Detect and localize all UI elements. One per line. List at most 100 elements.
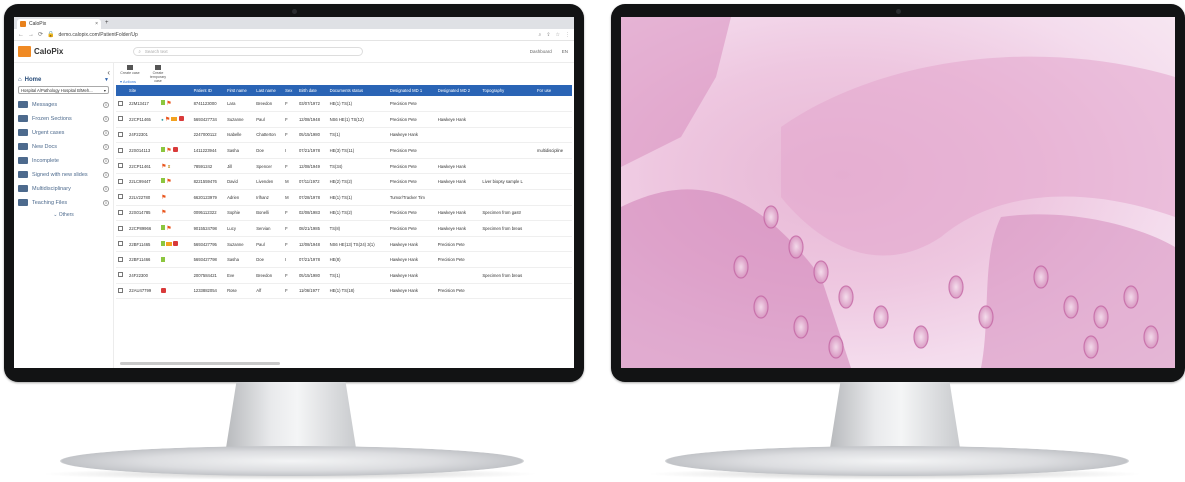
folder-icon[interactable]	[171, 116, 178, 121]
row-checkbox[interactable]	[118, 116, 123, 122]
table-row[interactable]: 22M13417 ⚑ 8741123000 Lara Breedon F 03/07/19…	[116, 96, 572, 113]
flag-icon[interactable]: ⚑	[161, 210, 166, 216]
flag-icon[interactable]: ⚑	[161, 195, 166, 201]
table-row[interactable]: 22S014113 ⚑ 1411223944 Sasha Doe I 07/21/197…	[116, 142, 572, 159]
row-checkbox[interactable]	[118, 256, 123, 262]
cell-docs: HE(8)	[327, 251, 388, 269]
filter-icon[interactable]: ▼	[104, 77, 109, 83]
column-header[interactable]: Sex	[283, 85, 297, 96]
table-row[interactable]: 22CP11461 ⚑ ⧗ 78591242 Jill Spencer F 12/08/19…	[116, 158, 572, 175]
table-row[interactable]: 22CP89966 ⚑ 9015524798 Lucy Servian F 08/21/1…	[116, 220, 572, 237]
row-checkbox-cell	[116, 173, 128, 191]
column-header[interactable]: Designated MD 2	[436, 85, 481, 96]
sidebar-home[interactable]: ⌂ Home ▼	[18, 77, 109, 83]
row-checkbox[interactable]	[118, 194, 123, 200]
table-row[interactable]: 24F22300 2007584421 Eve Breedon F 05/15/1980 T…	[116, 267, 572, 284]
row-checkbox[interactable]	[118, 147, 123, 153]
row-checkbox[interactable]	[118, 272, 123, 278]
calopix-logo[interactable]: CaloPix	[18, 46, 63, 57]
table-row[interactable]: 22CP11465 ● ⚑ 5693427734 Suzanne Paul F 12/08…	[116, 111, 572, 128]
cell-docs: NS6 HE(13) TS(24) 3(1)	[327, 236, 388, 253]
sidebar-item[interactable]: Teaching Files 0	[18, 199, 109, 206]
close-tab-icon[interactable]: ×	[95, 21, 98, 27]
others-toggle[interactable]: ⌄ Others	[18, 212, 109, 218]
status-icons-cell	[159, 127, 192, 144]
document-icon[interactable]	[161, 225, 166, 231]
column-header[interactable]: Birth date	[297, 85, 328, 96]
language-select[interactable]: EN	[562, 49, 568, 54]
url-text[interactable]: demo.calopix.com/PatientFolder/Up	[59, 32, 138, 38]
cell-first: Sophie	[225, 205, 255, 222]
row-checkbox[interactable]	[118, 100, 123, 106]
star-icon[interactable]: ☆	[556, 32, 560, 38]
horizontal-scrollbar[interactable]	[120, 362, 280, 365]
document-icon[interactable]	[161, 241, 166, 247]
create-case-button[interactable]: Create case	[120, 65, 140, 75]
flag-icon[interactable]: ⚑	[166, 179, 171, 185]
row-checkbox[interactable]	[118, 209, 123, 215]
table-row[interactable]: 22LV22780 ⚑ 6620123979 Adrien Irlhanz M 07/28/…	[116, 189, 572, 206]
document-icon[interactable]	[161, 147, 166, 153]
row-checkbox[interactable]	[118, 178, 123, 184]
sidebar-item[interactable]: Frozen Sections 0	[18, 115, 109, 122]
alert-icon[interactable]	[161, 287, 167, 293]
folder-icon[interactable]	[166, 242, 173, 247]
row-checkbox[interactable]	[118, 287, 123, 293]
column-header[interactable]: First name	[225, 85, 254, 96]
table-row[interactable]: 22S014785 ⚑ 0095112322 Sophie Bonelli F 02/08/…	[116, 205, 572, 222]
document-icon[interactable]	[161, 256, 166, 262]
hospital-select[interactable]: Hospital A/Pathology Hospital B/Meh... ▾	[18, 86, 109, 94]
reload-icon[interactable]: ⟳	[38, 31, 43, 38]
flag-icon[interactable]: ⚑	[166, 226, 171, 232]
alert-icon[interactable]	[173, 241, 179, 247]
sidebar-item[interactable]: Signed with new slides 0	[18, 171, 109, 178]
table-row[interactable]: 22AU47799 1233882054 Rose Alf F 11/06/1977 HE(…	[116, 283, 572, 300]
zoom-icon[interactable]: ⌕	[539, 32, 542, 38]
right-monitor-stand	[830, 382, 960, 448]
column-header[interactable]: Designated MD 1	[388, 85, 436, 96]
flag-icon[interactable]: ⚑	[166, 148, 171, 154]
sidebar-item[interactable]: Incomplete 0	[18, 157, 109, 164]
flag-icon[interactable]: ⚑	[166, 101, 171, 107]
collapse-sidebar-icon[interactable]: ‹	[107, 68, 110, 77]
sidebar-item-label: Signed with new slides	[32, 171, 88, 178]
cell-first: David	[225, 173, 255, 191]
column-header[interactable]: Patient ID	[192, 85, 226, 96]
menu-icon[interactable]: ⋮	[565, 32, 570, 38]
cell-site: 22CP11461	[127, 158, 160, 175]
table-row[interactable]: 22BF11465 5693427795 Suzanne Paul F 12/08/19…	[116, 236, 572, 253]
document-icon[interactable]	[161, 100, 166, 106]
table-row[interactable]: 22LC9944T ⚑ 8221559476 David Livenden M 07/11…	[116, 173, 572, 191]
column-header[interactable]: Site	[127, 85, 159, 96]
histology-slide-image[interactable]	[621, 17, 1175, 368]
back-icon[interactable]: ←	[18, 32, 24, 38]
flag-icon[interactable]: ⚑	[161, 164, 166, 170]
share-icon[interactable]: ⇪	[546, 32, 550, 38]
right-screen	[621, 17, 1175, 368]
alert-icon[interactable]	[172, 147, 178, 153]
table-row[interactable]: 22BF11466 5693427798 Sasha Doe I 07/21/1978 HE…	[116, 251, 572, 269]
sidebar-item[interactable]: Messages 0	[18, 101, 109, 108]
alert-icon[interactable]	[178, 115, 184, 121]
sidebar-item[interactable]: New Docs 0	[18, 143, 109, 150]
flag-icon[interactable]: ⚑	[165, 117, 170, 123]
search-input[interactable]: ⌕ Search text	[133, 47, 364, 56]
sidebar-item[interactable]: Multidisciplinary 0	[18, 185, 109, 192]
row-checkbox[interactable]	[118, 225, 123, 231]
table-row[interactable]: 24F22301 2247000112 Isabelle Chatterton F 05/…	[116, 127, 572, 144]
sidebar-item[interactable]: Urgent cases 0	[18, 129, 109, 136]
column-header[interactable]: Documents status	[328, 85, 388, 96]
dashboard-link[interactable]: Dashboard	[530, 49, 552, 54]
create-temporary-case-button[interactable]: Create temporary case	[148, 65, 168, 83]
row-checkbox[interactable]	[118, 241, 123, 247]
folder-clock-icon	[155, 65, 161, 70]
document-icon[interactable]	[161, 178, 166, 184]
row-checkbox[interactable]	[118, 131, 123, 137]
browser-tab[interactable]: CaloPix ×	[17, 19, 101, 29]
new-tab-button[interactable]: +	[105, 20, 109, 26]
row-checkbox[interactable]	[118, 163, 123, 169]
column-header[interactable]: Topography	[480, 85, 535, 96]
column-header[interactable]: Last name	[254, 85, 283, 96]
forward-icon[interactable]: →	[28, 32, 34, 38]
column-header[interactable]: For use	[535, 85, 572, 96]
